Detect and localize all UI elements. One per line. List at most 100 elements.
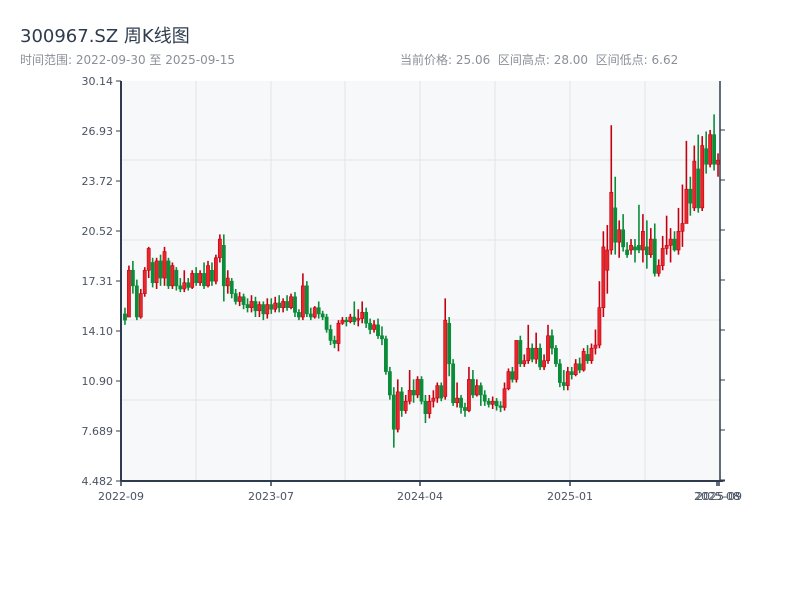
- candle-body-down: [637, 245, 641, 251]
- candle-body-up: [680, 223, 685, 232]
- candle-body-down: [233, 293, 238, 302]
- candle-body-down: [391, 394, 396, 430]
- candle-body-down: [419, 379, 424, 402]
- candle-body-up: [629, 245, 633, 251]
- y-tick-label: 30.14: [82, 75, 114, 88]
- candle-body-down: [451, 363, 456, 404]
- candle-body-up: [443, 319, 448, 397]
- candle-body-up: [198, 273, 202, 284]
- candle-body-down: [672, 238, 677, 251]
- candle-body-up: [573, 363, 578, 376]
- candle-body-down: [459, 397, 463, 408]
- candle-body-down: [554, 347, 558, 365]
- candle-body-down: [411, 389, 416, 396]
- candle-body-up: [300, 285, 305, 318]
- candle-body-up: [237, 296, 242, 302]
- candle-body-down: [625, 249, 629, 255]
- candle-body-up: [684, 188, 689, 224]
- candlestick-chart: 30.14 26.93 23.72 20.52 17.31 14.10 10.90 7.689…: [82, 75, 742, 503]
- candle-body-down: [633, 246, 637, 251]
- y-tick-label: 4.482: [82, 475, 114, 488]
- candle-body-down: [704, 148, 709, 165]
- candle-body-up: [700, 145, 705, 209]
- candle-body-up: [542, 360, 546, 368]
- candle-body-up: [664, 245, 669, 249]
- candle-body-down: [316, 307, 321, 315]
- candle-body-down: [621, 229, 626, 248]
- candle-body-down: [130, 269, 135, 287]
- candle-body-down: [308, 313, 313, 318]
- candle-body-down: [384, 338, 388, 372]
- candle-body-up: [455, 397, 459, 404]
- candle-body-down: [510, 371, 515, 380]
- candle-body-down: [253, 301, 258, 312]
- x-tick-label: 2024-04: [397, 490, 443, 503]
- candle-body-down: [277, 302, 282, 308]
- candle-body-down: [696, 168, 701, 209]
- candle-body-up: [617, 229, 622, 243]
- candle-body-up: [502, 388, 507, 408]
- candle-body-down: [285, 301, 289, 308]
- candle-body-down: [482, 394, 487, 402]
- candle-body-up: [601, 246, 606, 308]
- candle-body-up: [708, 134, 713, 165]
- candle-body-down: [376, 324, 380, 337]
- candle-body-up: [490, 400, 495, 405]
- candle-body-up: [217, 238, 222, 259]
- candle-body-down: [320, 313, 325, 318]
- candle-body-up: [312, 307, 317, 318]
- candle-body-down: [688, 188, 693, 204]
- candle-body-up: [514, 340, 519, 380]
- candle-body-up: [154, 260, 159, 284]
- candle-body-up: [138, 293, 143, 318]
- candle-body-up: [257, 304, 262, 312]
- candle-body-down: [368, 322, 373, 330]
- candle-body-up: [403, 400, 408, 411]
- candle-body-down: [613, 207, 618, 243]
- candle-body-down: [123, 313, 127, 321]
- candle-body-down: [478, 385, 483, 396]
- candle-body-up: [546, 335, 550, 361]
- candle-body-down: [293, 296, 297, 313]
- candle-body-down: [463, 407, 467, 411]
- x-tick-label: 2025-09: [696, 490, 742, 503]
- candle-body-up: [190, 273, 195, 288]
- candle-body-down: [178, 285, 183, 290]
- candle-body-up: [668, 238, 673, 246]
- candle-body-up: [589, 347, 594, 361]
- candle-body-up: [660, 248, 665, 266]
- candle-body-down: [561, 382, 566, 386]
- candle-body-down: [494, 400, 499, 407]
- candle-body-down: [202, 273, 206, 287]
- candle-body-down: [518, 340, 523, 365]
- x-tick-label: 2023-07: [248, 490, 294, 503]
- candle-body-up: [427, 400, 432, 414]
- candle-body-down: [194, 273, 199, 284]
- candle-body-down: [712, 134, 716, 165]
- candle-body-up: [225, 277, 230, 287]
- candle-body-up: [415, 379, 420, 396]
- candle-body-up: [676, 230, 681, 251]
- candle-body-down: [498, 405, 503, 408]
- candle-body-up: [265, 304, 270, 315]
- candle-body-up: [356, 318, 361, 321]
- candle-body-down: [538, 347, 543, 368]
- y-tick-label: 26.93: [82, 125, 114, 138]
- candle-body-down: [210, 269, 214, 282]
- candle-body-up: [340, 319, 345, 324]
- candle-body-down: [344, 319, 349, 323]
- candle-body-down: [530, 347, 535, 360]
- candle-body-up: [474, 385, 479, 396]
- y-tick-label: 14.10: [82, 325, 114, 338]
- candle-body-up: [407, 389, 412, 402]
- candle-body-up: [249, 301, 254, 308]
- candle-body-down: [644, 246, 649, 255]
- candle-body-up: [648, 238, 653, 255]
- candle-body-up: [605, 249, 610, 271]
- candle-body-up: [214, 257, 218, 282]
- candle-body-up: [435, 385, 440, 399]
- candle-body-down: [352, 316, 357, 323]
- candle-body-down: [550, 335, 554, 349]
- y-tick-label: 20.52: [82, 225, 114, 238]
- candle-body-down: [134, 285, 139, 318]
